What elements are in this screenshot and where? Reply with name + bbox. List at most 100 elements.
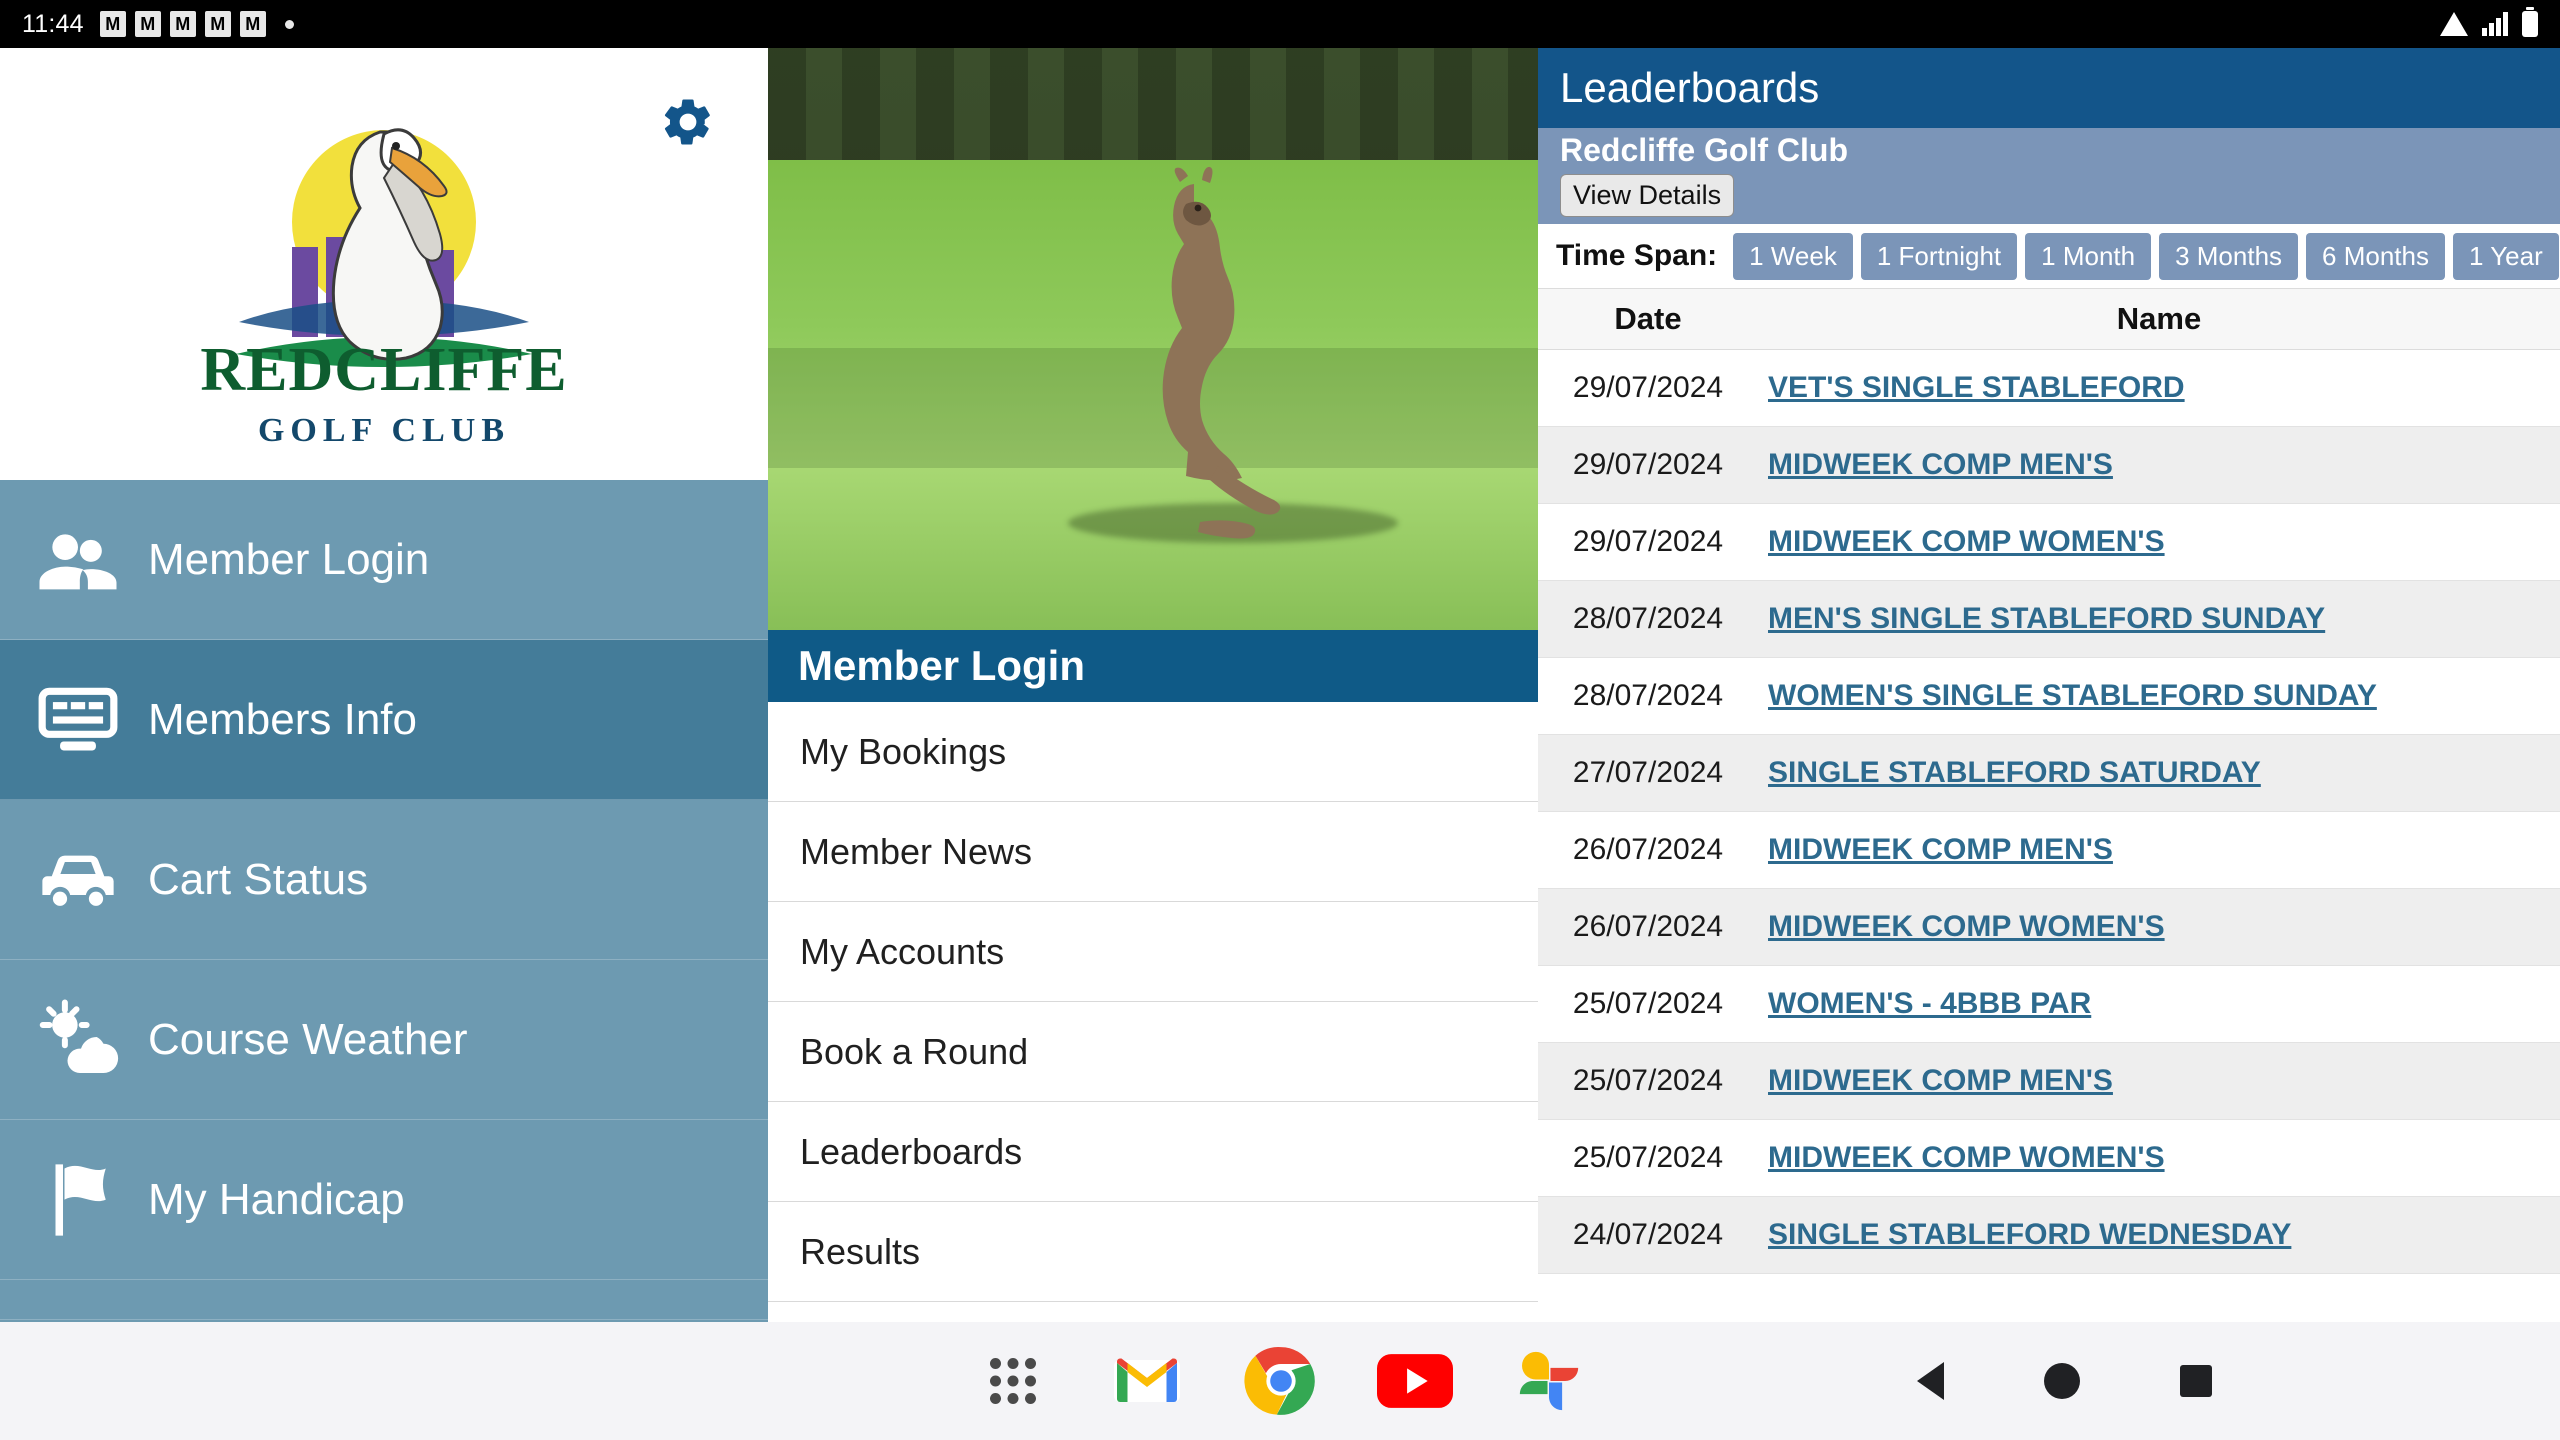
gmail-icon[interactable]	[1109, 1343, 1185, 1419]
timespan-filter: Time Span: 1 Week 1 Fortnight 1 Month 3 …	[1538, 224, 2560, 288]
status-bar: 11:44 M M M M M	[0, 0, 2560, 48]
sidebar-item-course-weather[interactable]: Course Weather	[0, 960, 768, 1120]
app-drawer-icon[interactable]	[975, 1343, 1051, 1419]
row-competition-link[interactable]: MIDWEEK COMP MEN'S	[1758, 448, 2560, 482]
column-header-date: Date	[1614, 301, 1682, 336]
list-item[interactable]: Member News	[768, 802, 1538, 902]
table-row[interactable]: 24/07/2024 SINGLE STABLEFORD WEDNESDAY	[1538, 1197, 2560, 1274]
column-header-name: Name	[2116, 301, 2202, 336]
battery-icon	[2522, 7, 2538, 37]
kangaroo-hero-image	[768, 48, 1538, 630]
row-competition-link[interactable]: SINGLE STABLEFORD SATURDAY	[1758, 756, 2560, 790]
row-date: 24/07/2024	[1572, 1218, 1724, 1251]
leaderboards-table-body: 29/07/2024 VET'S SINGLE STABLEFORD 29/07…	[1538, 350, 2560, 1274]
chrome-icon[interactable]	[1243, 1343, 1319, 1419]
row-date: 26/07/2024	[1572, 910, 1724, 943]
table-row[interactable]: 27/07/2024 SINGLE STABLEFORD SATURDAY	[1538, 735, 2560, 812]
row-competition-link[interactable]: MIDWEEK COMP MEN'S	[1758, 1064, 2560, 1098]
timespan-1-week[interactable]: 1 Week	[1733, 232, 1853, 280]
pelican-logo: REDCLIFFE GOLF CLUB	[144, 72, 624, 462]
weather-icon	[18, 995, 138, 1085]
timespan-1-month[interactable]: 1 Month	[2025, 232, 2152, 280]
recents-button[interactable]	[2180, 1365, 2212, 1397]
table-row[interactable]: 26/07/2024 MIDWEEK COMP WOMEN'S	[1538, 889, 2560, 966]
sidebar-item-cart-status[interactable]: Cart Status	[0, 800, 768, 960]
row-competition-link[interactable]: MIDWEEK COMP WOMEN'S	[1758, 525, 2560, 559]
leaderboards-table-header: Date Name	[1538, 288, 2560, 350]
timespan-label: Time Span:	[1556, 239, 1718, 272]
row-date: 29/07/2024	[1572, 448, 1724, 481]
info-screen-icon	[18, 677, 138, 763]
notif-icon: M	[99, 11, 126, 37]
view-details-button[interactable]: View Details	[1560, 174, 1735, 217]
row-competition-link[interactable]: VET'S SINGLE STABLEFORD	[1758, 371, 2560, 405]
list-item[interactable]: Leaderboards	[768, 1102, 1538, 1202]
gear-icon[interactable]	[660, 94, 716, 150]
flag-icon	[18, 1155, 138, 1245]
sidebar-item-label: Course Weather	[148, 1014, 468, 1064]
sidebar-item-label: Members Info	[148, 694, 417, 744]
notif-icon: M	[239, 11, 266, 37]
club-name: Redcliffe Golf Club	[1560, 132, 1848, 168]
table-row[interactable]: 25/07/2024 WOMEN'S - 4BBB PAR	[1538, 966, 2560, 1043]
row-date: 25/07/2024	[1572, 987, 1724, 1020]
row-competition-link[interactable]: WOMEN'S - 4BBB PAR	[1758, 987, 2560, 1021]
table-row[interactable]: 28/07/2024 WOMEN'S SINGLE STABLEFORD SUN…	[1538, 658, 2560, 735]
sidebar-item-my-handicap[interactable]: My Handicap	[0, 1120, 768, 1280]
logo-subtitle: GOLF CLUB	[257, 412, 511, 449]
row-date: 26/07/2024	[1572, 833, 1724, 866]
row-date: 28/07/2024	[1572, 679, 1724, 712]
member-login-header: Member Login	[768, 630, 1538, 702]
sidebar-item-members-info[interactable]: Members Info	[0, 640, 768, 800]
timespan-1-fortnight[interactable]: 1 Fortnight	[1860, 232, 2018, 280]
table-row[interactable]: 26/07/2024 MIDWEEK COMP MEN'S	[1538, 812, 2560, 889]
row-date: 29/07/2024	[1572, 371, 1724, 404]
sidebar-item-label: Cart Status	[148, 854, 369, 904]
list-item[interactable]: Results	[768, 1202, 1538, 1302]
signal-icon	[2482, 12, 2508, 36]
table-row[interactable]: 25/07/2024 MIDWEEK COMP MEN'S	[1538, 1043, 2560, 1120]
sidebar-item-label: Member Login	[148, 534, 430, 584]
club-banner: Redcliffe Golf Club View Details	[1538, 128, 2560, 224]
sidebar-item-member-login[interactable]: Member Login	[0, 480, 768, 640]
hero-treeline	[768, 48, 1538, 178]
row-competition-link[interactable]: MIDWEEK COMP WOMEN'S	[1758, 1141, 2560, 1175]
row-competition-link[interactable]: MIDWEEK COMP MEN'S	[1758, 833, 2560, 867]
youtube-icon[interactable]	[1377, 1343, 1453, 1419]
system-buttons	[1917, 1362, 2212, 1400]
row-competition-link[interactable]: MEN'S SINGLE STABLEFORD SUNDAY	[1758, 602, 2560, 636]
member-login-list: My Bookings Member News My Accounts Book…	[768, 702, 1538, 1302]
list-item[interactable]: My Bookings	[768, 702, 1538, 802]
row-date: 29/07/2024	[1572, 525, 1724, 558]
sidebar: REDCLIFFE GOLF CLUB Member Login Members…	[0, 48, 768, 1322]
list-item[interactable]: My Accounts	[768, 902, 1538, 1002]
table-row[interactable]: 29/07/2024 MIDWEEK COMP WOMEN'S	[1538, 504, 2560, 581]
table-row[interactable]: 29/07/2024 VET'S SINGLE STABLEFORD	[1538, 350, 2560, 427]
timespan-6-months[interactable]: 6 Months	[2306, 232, 2445, 280]
row-date: 25/07/2024	[1572, 1141, 1724, 1174]
timespan-3-months[interactable]: 3 Months	[2159, 232, 2299, 280]
notif-icon: M	[134, 11, 161, 37]
sidebar-item-partial[interactable]	[0, 1280, 768, 1320]
row-competition-link[interactable]: SINGLE STABLEFORD WEDNESDAY	[1758, 1218, 2560, 1252]
table-row[interactable]: 25/07/2024 MIDWEEK COMP WOMEN'S	[1538, 1120, 2560, 1197]
sidebar-item-label: My Handicap	[148, 1174, 405, 1224]
taskbar-apps	[975, 1343, 1587, 1419]
home-button[interactable]	[2044, 1363, 2080, 1399]
screen-root: 11:44 M M M M M REDCLIFFE GOLF CLUB Memb…	[0, 0, 2560, 1440]
notif-icon: M	[204, 11, 231, 37]
table-row[interactable]: 29/07/2024 MIDWEEK COMP MEN'S	[1538, 427, 2560, 504]
row-competition-link[interactable]: MIDWEEK COMP WOMEN'S	[1758, 910, 2560, 944]
list-item[interactable]: Book a Round	[768, 1002, 1538, 1102]
row-date: 27/07/2024	[1572, 756, 1724, 789]
status-clock: 11:44	[22, 9, 84, 38]
table-row[interactable]: 28/07/2024 MEN'S SINGLE STABLEFORD SUNDA…	[1538, 581, 2560, 658]
timespan-1-year[interactable]: 1 Year	[2453, 232, 2559, 280]
google-photos-icon[interactable]	[1511, 1343, 1587, 1419]
row-competition-link[interactable]: WOMEN'S SINGLE STABLEFORD SUNDAY	[1758, 679, 2560, 713]
wifi-icon	[2440, 12, 2468, 36]
kangaroo-figure	[1098, 166, 1298, 546]
notif-overflow-dot	[284, 19, 294, 29]
logo-title: REDCLIFFE	[200, 336, 568, 404]
back-button[interactable]	[1917, 1362, 1944, 1400]
